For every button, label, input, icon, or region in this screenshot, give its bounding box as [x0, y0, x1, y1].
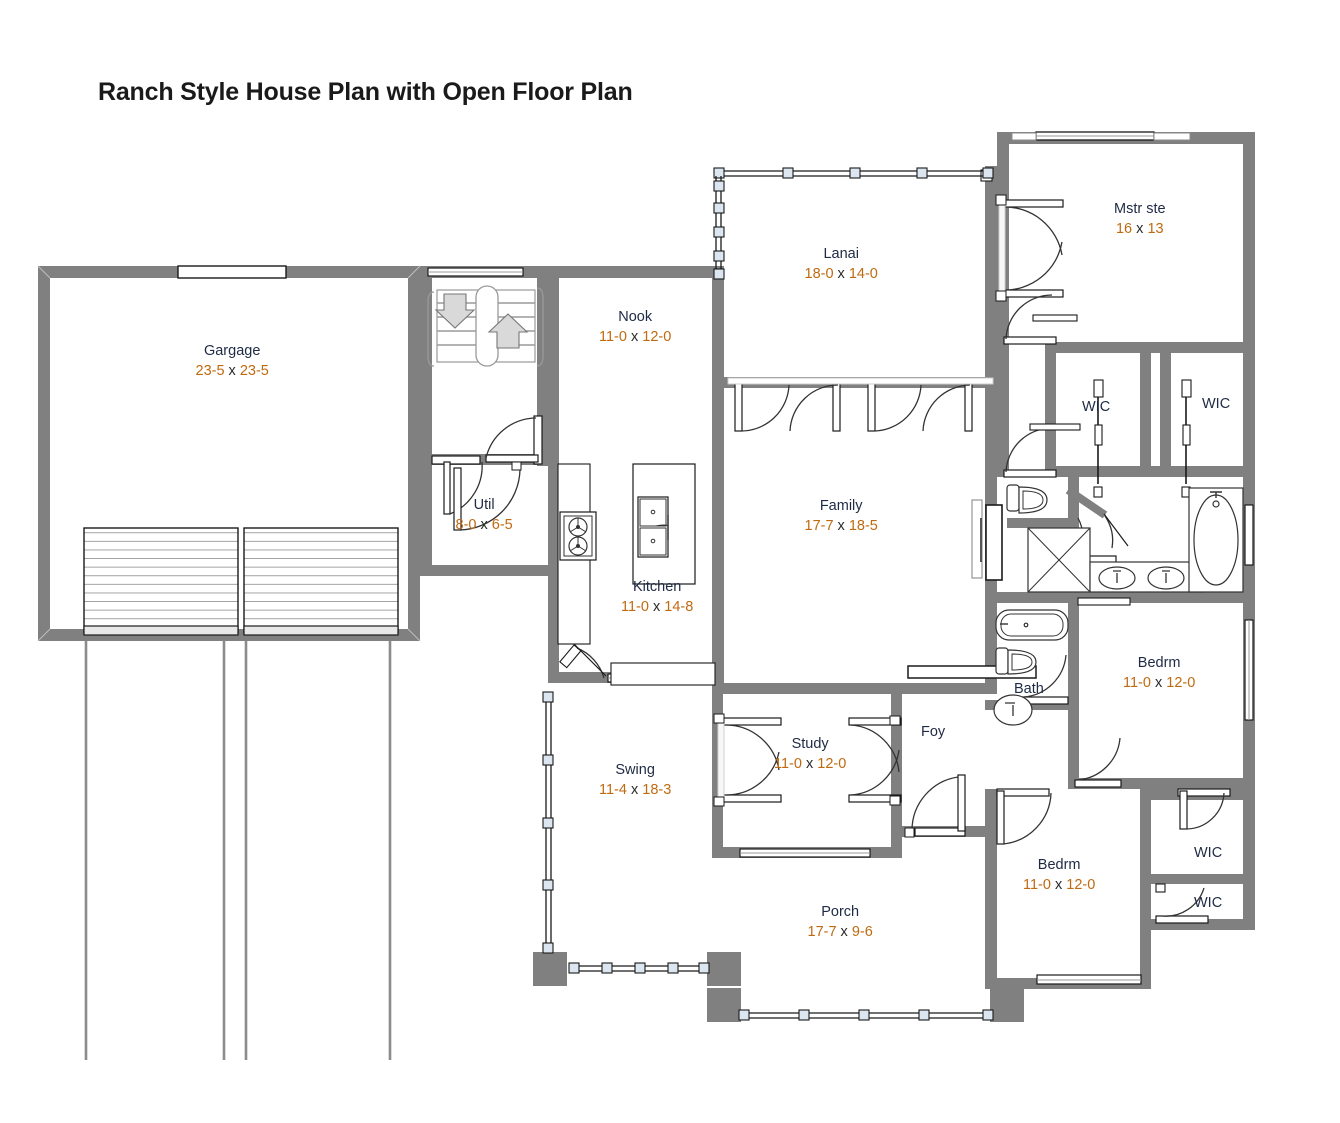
wall-stair-left — [420, 266, 432, 466]
wall-hall-left — [997, 342, 1009, 477]
wall-bath-right — [1068, 603, 1079, 778]
door-swing-icon — [922, 382, 973, 432]
door-swing-icon — [1077, 597, 1131, 606]
wall-wic34-mid — [1151, 874, 1255, 884]
porch-south-rail — [738, 1009, 994, 1021]
wall-wic34-right — [1243, 789, 1255, 929]
wall-foy-top — [902, 683, 997, 694]
sliding-door-icon — [971, 499, 1003, 581]
door-swing-icon — [1074, 737, 1122, 788]
window-icon — [1011, 132, 1037, 141]
toilet-icon — [1006, 484, 1048, 514]
porch-north-rail — [568, 962, 710, 974]
wall-wic1-left — [1045, 342, 1056, 477]
wall-mbath-inner-v — [1068, 477, 1079, 529]
wall-wic2-right — [1160, 342, 1171, 477]
wall-mstr-right — [1243, 132, 1255, 342]
wall-nook-top — [548, 266, 723, 278]
shower-icon — [1027, 527, 1091, 593]
driveway-lines — [84, 641, 392, 1060]
door-swing-icon — [713, 713, 782, 807]
bifold-door-icon — [1181, 379, 1192, 498]
wall-bed2-right — [1140, 789, 1151, 979]
garage-door-left — [83, 527, 239, 636]
wall-wic-band-bottom — [1045, 466, 1255, 477]
window-icon — [1153, 132, 1191, 141]
bathtub-icon — [995, 609, 1069, 641]
window-icon — [177, 265, 287, 279]
wall-lanai-right — [985, 166, 997, 388]
porch-column-se — [990, 988, 1024, 1022]
door-swing-icon — [734, 382, 790, 432]
door-swing-icon — [485, 415, 543, 465]
wall-study-top — [712, 683, 902, 694]
wall-util-left — [420, 454, 432, 576]
swing-left-rail — [542, 691, 554, 954]
wall-kitchen-left — [548, 266, 559, 681]
door-swing-icon — [789, 382, 841, 432]
wall-wic-band-right — [1243, 342, 1255, 477]
wall-wic1-right — [1140, 342, 1151, 477]
wall-bed2-left — [985, 789, 997, 989]
wall-garage-left — [38, 266, 50, 641]
door-swing-icon — [867, 382, 922, 432]
door-swing-icon — [996, 788, 1052, 845]
garage-door-right — [243, 527, 399, 636]
porch-column-sw — [707, 988, 741, 1022]
porch-column-nw — [533, 952, 567, 986]
counter-south — [610, 662, 716, 686]
floor-plan-drawing — [37, 131, 1255, 1060]
kitchen-island — [632, 463, 696, 585]
door-swing-icon — [1177, 788, 1231, 830]
stairs — [427, 285, 544, 367]
porch-column-ne — [707, 952, 741, 986]
wall-nook-right — [712, 266, 724, 691]
lanai-left-rail — [713, 176, 725, 280]
wall-garage-right — [408, 266, 420, 641]
door-swing-icon — [904, 827, 915, 838]
toilet-icon — [995, 647, 1037, 675]
railings-layer — [542, 167, 994, 1021]
lanai-top-rail — [713, 167, 994, 179]
door-header — [727, 377, 994, 385]
sink-icon — [993, 694, 1033, 726]
bathtub-icon — [1188, 487, 1244, 593]
door-swing-icon — [1003, 294, 1078, 345]
wall-study-right — [891, 683, 902, 858]
wall-mbath-inner-h — [1007, 518, 1069, 528]
wall-util-bottom — [420, 565, 548, 576]
bifold-door-icon — [1093, 379, 1104, 498]
double-vanity-icon — [1089, 561, 1206, 593]
door-swing-icon — [453, 461, 522, 531]
door-swing-icon — [1155, 883, 1209, 924]
cooktop-icon — [559, 511, 597, 561]
window-icon — [1244, 504, 1254, 566]
